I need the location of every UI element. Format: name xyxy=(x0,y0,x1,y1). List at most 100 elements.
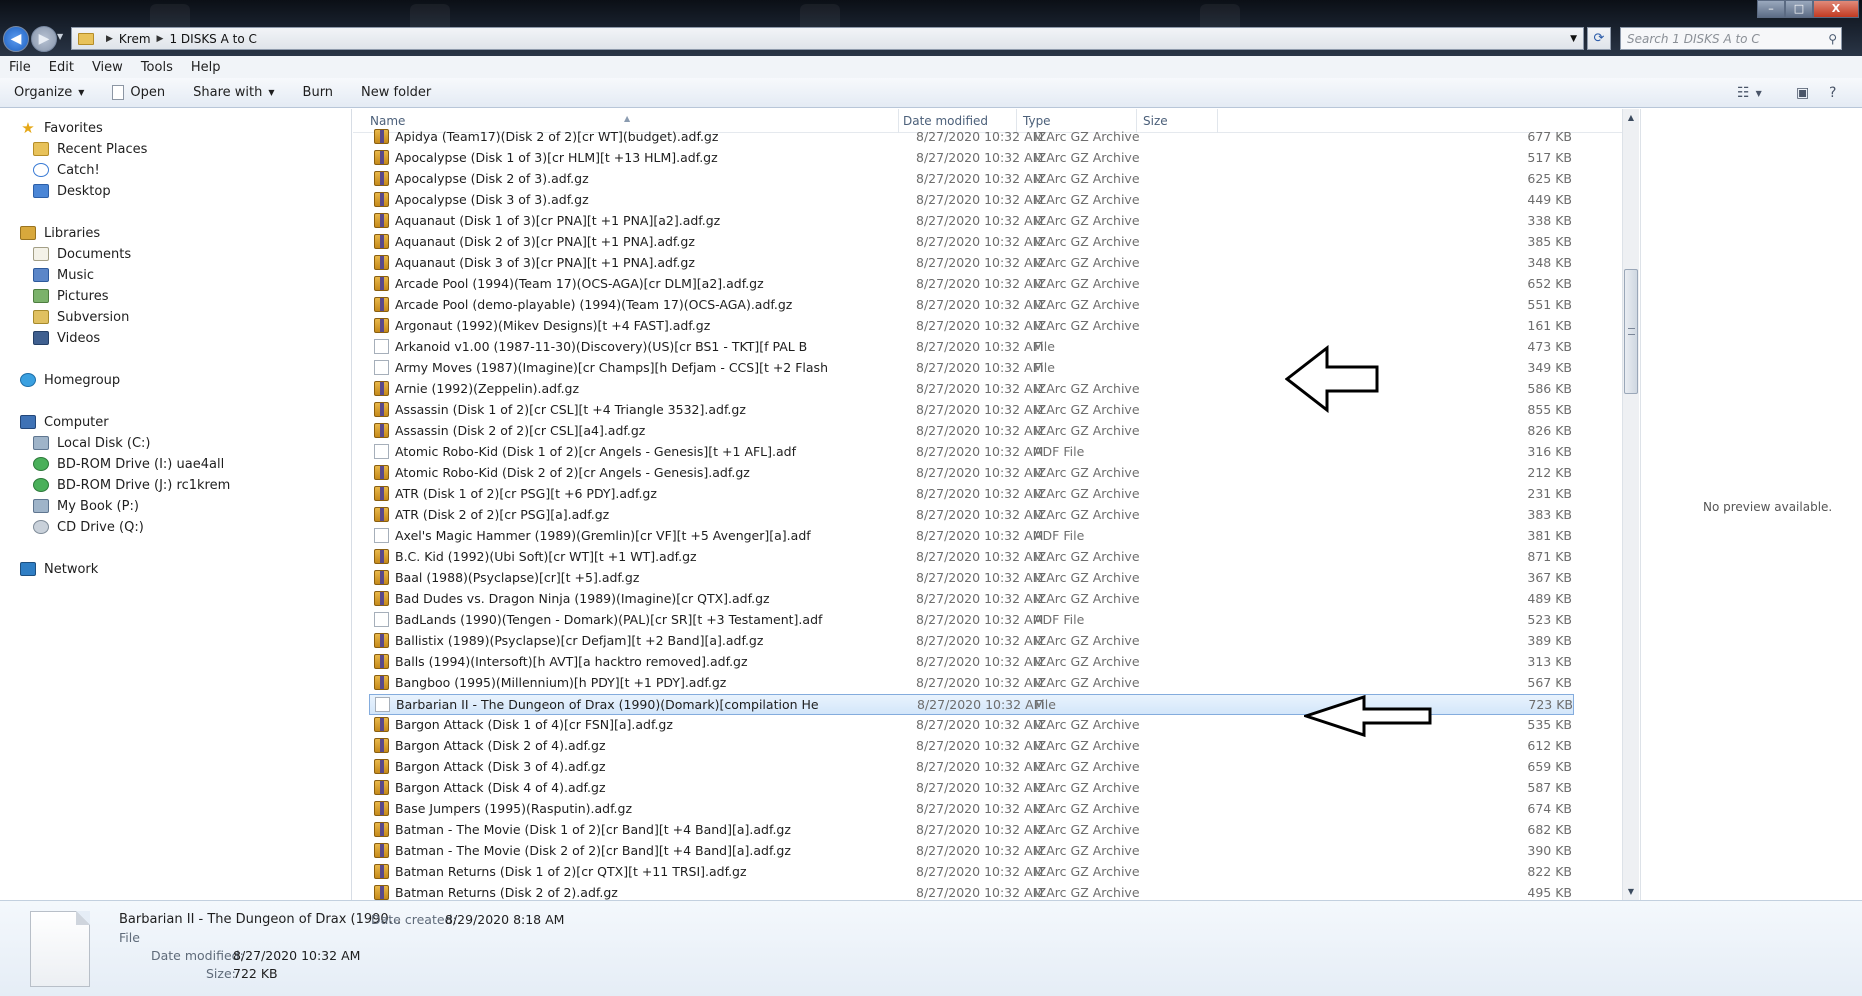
column-header-name[interactable]: Name xyxy=(370,114,405,128)
file-row[interactable]: Assassin (Disk 2 of 2)[cr CSL][a4].adf.g… xyxy=(369,421,1574,442)
file-row[interactable]: Arkanoid v1.00 (1987-11-30)(Discovery)(U… xyxy=(369,337,1574,358)
file-row[interactable]: Apidya (Team17)(Disk 2 of 2)[cr WT](budg… xyxy=(369,127,1574,148)
back-button[interactable]: ◀ xyxy=(3,26,29,52)
file-row[interactable]: Assassin (Disk 1 of 2)[cr CSL][t +4 Tria… xyxy=(369,400,1574,421)
refresh-button[interactable]: ⟳ xyxy=(1587,27,1611,50)
nav-item-bd-rom-j[interactable]: BD-ROM Drive (J:) rc1krem xyxy=(33,475,230,495)
nav-favorites[interactable]: ★ Favorites xyxy=(20,118,102,138)
file-row[interactable]: Axel's Magic Hammer (1989)(Gremlin)[cr V… xyxy=(369,526,1574,547)
details-date-modified-label: Date modified: xyxy=(151,948,244,963)
vertical-scrollbar[interactable]: ▲ ▼ xyxy=(1622,109,1639,900)
open-button[interactable]: Open xyxy=(98,78,179,107)
pictures-icon xyxy=(33,289,49,303)
nav-item-music[interactable]: Music xyxy=(33,265,94,285)
address-bar[interactable]: ▶ Krem ▶ 1 DISKS A to C ▼ xyxy=(71,27,1584,50)
file-row[interactable]: Ballistix (1989)(Psyclapse)[cr Defjam][t… xyxy=(369,631,1574,652)
file-row[interactable]: Baal (1988)(Psyclapse)[cr][t +5].adf.gz 8… xyxy=(369,568,1574,589)
menu-tools[interactable]: Tools xyxy=(132,60,182,75)
maximize-button[interactable]: □ xyxy=(1785,0,1813,18)
annotation-arrow-icon xyxy=(1304,694,1432,738)
preview-pane-button[interactable]: ▣ xyxy=(1796,78,1809,108)
breadcrumb-item[interactable]: 1 DISKS A to C xyxy=(169,32,256,46)
new-folder-button[interactable]: New folder xyxy=(347,78,445,107)
file-row[interactable]: Base Jumpers (1995)(Rasputin).adf.gz 8/27… xyxy=(369,799,1574,820)
archive-icon xyxy=(374,171,389,186)
nav-item-pictures[interactable]: Pictures xyxy=(33,286,108,306)
change-view-button[interactable]: ☷ ▼ xyxy=(1737,78,1762,108)
file-row[interactable]: Arnie (1992)(Zeppelin).adf.gz 8/27/2020 1… xyxy=(369,379,1574,400)
nav-item-my-book[interactable]: My Book (P:) xyxy=(33,496,139,516)
file-row[interactable]: ATR (Disk 1 of 2)[cr PSG][t +6 PDY].adf.… xyxy=(369,484,1574,505)
search-icon[interactable]: ⚲ xyxy=(1828,32,1837,46)
file-row[interactable]: Batman Returns (Disk 1 of 2)[cr QTX][t +… xyxy=(369,862,1574,883)
column-header-size[interactable]: Size xyxy=(1143,114,1168,128)
nav-item-bd-rom-i[interactable]: BD-ROM Drive (I:) uae4all xyxy=(33,454,224,474)
file-row[interactable]: Apocalypse (Disk 2 of 3).adf.gz 8/27/2020… xyxy=(369,169,1574,190)
file-row[interactable]: Batman Returns (Disk 2 of 2).adf.gz 8/27/… xyxy=(369,883,1574,900)
nav-item-catch[interactable]: Catch! xyxy=(33,160,100,180)
file-row[interactable]: Aquanaut (Disk 1 of 3)[cr PNA][t +1 PNA]… xyxy=(369,211,1574,232)
file-row[interactable]: Aquanaut (Disk 2 of 3)[cr PNA][t +1 PNA]… xyxy=(369,232,1574,253)
file-row[interactable]: Batman - The Movie (Disk 1 of 2)[cr Band… xyxy=(369,820,1574,841)
nav-homegroup[interactable]: Homegroup xyxy=(20,370,120,390)
recent-pages-button[interactable]: ▼ xyxy=(57,32,63,41)
nav-item-local-disk[interactable]: Local Disk (C:) xyxy=(33,433,150,453)
file-row[interactable]: Bargon Attack (Disk 3 of 4).adf.gz 8/27/2… xyxy=(369,757,1574,778)
organize-button[interactable]: Organize ▼ xyxy=(0,78,98,107)
file-row[interactable]: Apocalypse (Disk 1 of 3)[cr HLM][t +13 H… xyxy=(369,148,1574,169)
file-row[interactable]: Arcade Pool (demo-playable) (1994)(Team … xyxy=(369,295,1574,316)
file-row[interactable]: Bargon Attack (Disk 2 of 4).adf.gz 8/27/2… xyxy=(369,736,1574,757)
minimize-button[interactable]: – xyxy=(1757,0,1785,18)
file-row[interactable]: ATR (Disk 2 of 2)[cr PSG][a].adf.gz 8/27/… xyxy=(369,505,1574,526)
file-row[interactable]: Apocalypse (Disk 3 of 3).adf.gz 8/27/2020… xyxy=(369,190,1574,211)
nav-item-documents[interactable]: Documents xyxy=(33,244,131,264)
close-button[interactable]: X xyxy=(1813,0,1859,18)
nav-item-subversion[interactable]: Subversion xyxy=(33,307,129,327)
search-input[interactable]: Search 1 DISKS A to C ⚲ xyxy=(1620,27,1842,50)
file-type: IZArc GZ Archive xyxy=(1034,549,1140,564)
file-row[interactable]: B.C. Kid (1992)(Ubi Soft)[cr WT][t +1 WT… xyxy=(369,547,1574,568)
file-size: 161 KB xyxy=(1527,318,1572,333)
file-row[interactable]: Bangboo (1995)(Millennium)[h PDY][t +1 P… xyxy=(369,673,1574,694)
document-icon xyxy=(112,85,125,100)
file-row[interactable]: Balls (1994)(Intersoft)[h AVT][a hacktro… xyxy=(369,652,1574,673)
help-button[interactable]: ? xyxy=(1829,78,1836,108)
nav-item-videos[interactable]: Videos xyxy=(33,328,100,348)
nav-computer[interactable]: Computer xyxy=(20,412,109,432)
file-row[interactable]: BadLands (1990)(Tengen - Domark)(PAL)[cr… xyxy=(369,610,1574,631)
file-date-modified: 8/27/2020 10:32 AM xyxy=(916,822,1044,837)
nav-libraries[interactable]: Libraries xyxy=(20,223,100,243)
menu-help[interactable]: Help xyxy=(182,60,230,75)
nav-network[interactable]: Network xyxy=(20,559,98,579)
scroll-down-arrow-icon[interactable]: ▼ xyxy=(1623,883,1639,900)
file-row[interactable]: Bargon Attack (Disk 4 of 4).adf.gz 8/27/2… xyxy=(369,778,1574,799)
share-with-button[interactable]: Share with ▼ xyxy=(179,78,288,107)
nav-item-recent-places[interactable]: Recent Places xyxy=(33,139,147,159)
burn-button[interactable]: Burn xyxy=(289,78,348,107)
menu-edit[interactable]: Edit xyxy=(40,60,83,75)
nav-item-desktop[interactable]: Desktop xyxy=(33,181,111,201)
column-header-date[interactable]: Date modified xyxy=(903,114,988,128)
file-row[interactable]: Arcade Pool (1994)(Team 17)(OCS-AGA)[cr … xyxy=(369,274,1574,295)
file-row[interactable]: Aquanaut (Disk 3 of 3)[cr PNA][t +1 PNA]… xyxy=(369,253,1574,274)
file-row[interactable]: Army Moves (1987)(Imagine)[cr Champs][h … xyxy=(369,358,1574,379)
scrollbar-thumb[interactable] xyxy=(1624,269,1638,394)
file-row[interactable]: Argonaut (1992)(Mikev Designs)[t +4 FAST… xyxy=(369,316,1574,337)
breadcrumb-item[interactable]: Krem xyxy=(119,32,151,46)
file-row[interactable]: Atomic Robo-Kid (Disk 1 of 2)[cr Angels … xyxy=(369,442,1574,463)
file-date-modified: 8/27/2020 10:32 AM xyxy=(916,738,1044,753)
cd-drive-icon xyxy=(33,520,49,534)
column-header-type[interactable]: Type xyxy=(1023,114,1051,128)
scroll-up-arrow-icon[interactable]: ▲ xyxy=(1623,109,1639,126)
file-row[interactable]: Batman - The Movie (Disk 2 of 2)[cr Band… xyxy=(369,841,1574,862)
chevron-right-icon[interactable]: ▶ xyxy=(157,34,164,44)
forward-button[interactable]: ▶ xyxy=(31,26,57,52)
chevron-down-icon[interactable]: ▼ xyxy=(1570,34,1577,44)
file-row[interactable]: Bad Dudes vs. Dragon Ninja (1989)(Imagin… xyxy=(369,589,1574,610)
menu-view[interactable]: View xyxy=(83,60,132,75)
nav-item-cd-drive[interactable]: CD Drive (Q:) xyxy=(33,517,144,537)
file-row[interactable]: Atomic Robo-Kid (Disk 2 of 2)[cr Angels … xyxy=(369,463,1574,484)
menu-file[interactable]: File xyxy=(0,60,40,75)
chevron-right-icon[interactable]: ▶ xyxy=(106,34,113,44)
file-type: File xyxy=(1034,339,1055,354)
